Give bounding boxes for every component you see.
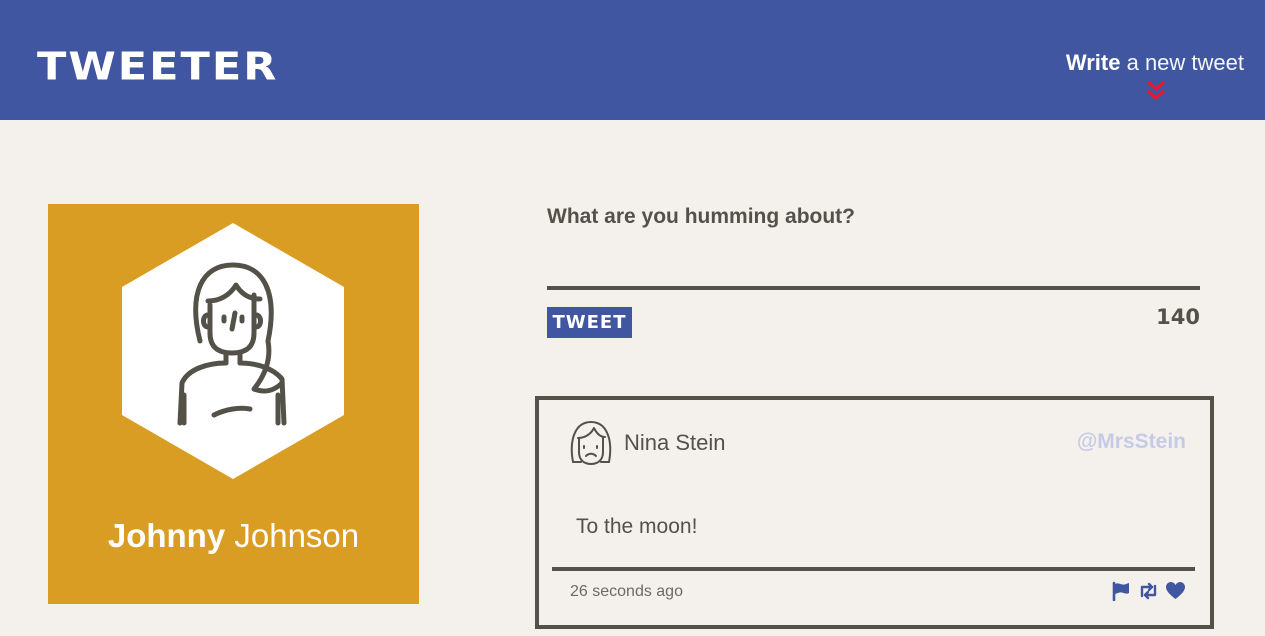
tweet-actions [1111,581,1186,601]
tweet-card: Nina Stein @MrsStein To the moon! 26 sec… [535,396,1214,629]
tweet-body: To the moon! [576,515,698,538]
heart-icon[interactable] [1165,581,1186,601]
retweet-icon[interactable] [1138,581,1159,601]
profile-card: Johnny Johnson [48,204,419,604]
logo: TWEETER [37,44,279,90]
compose-toggle-light: a new tweet [1120,50,1244,75]
tweet-timestamp: 26 seconds ago [570,583,683,600]
tweet-text-input[interactable] [547,242,1200,290]
write-new-tweet-toggle[interactable]: Write a new tweet [1066,50,1244,76]
tweet-divider [552,567,1195,571]
sad-woman-avatar-icon [570,421,612,465]
tweet-author-handle[interactable]: @MrsStein [1077,430,1186,454]
profile-name: Johnny Johnson [48,516,419,556]
flag-icon[interactable] [1111,581,1132,601]
compose-prompt: What are you humming about? [547,205,855,228]
top-navbar: TWEETER Write a new tweet [0,0,1265,120]
char-counter: 140 [1156,305,1200,329]
tweet-author-name: Nina Stein [624,430,726,455]
profile-first-name: Johnny [107,517,226,554]
compose-toggle-strong: Write [1065,50,1121,75]
woman-avatar-icon [122,223,344,479]
double-chevron-down-icon[interactable] [1146,80,1166,102]
profile-last-name: Johnson [225,517,360,554]
tweet-button[interactable]: TWEET [547,307,632,338]
